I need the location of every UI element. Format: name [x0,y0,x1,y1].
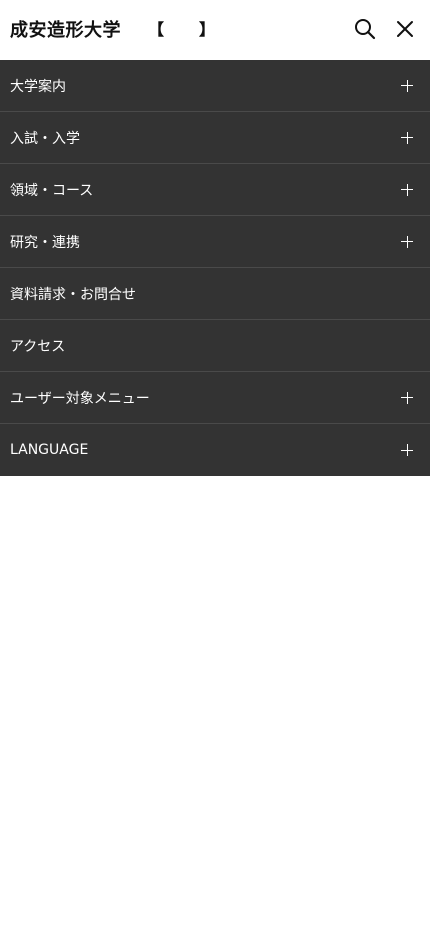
menu-item-label: 研究・連携 [10,234,80,251]
site-logo[interactable]: 成安造形大学 [10,19,121,43]
menu-item-language[interactable]: LANGUAGE [0,424,430,476]
menu-item-research[interactable]: 研究・連携 [0,216,430,268]
menu-item-label: 大学案内 [10,78,66,95]
plus-icon[interactable] [401,235,413,248]
menu-item-label: ユーザー対象メニュー [10,390,150,407]
menu-item-access[interactable]: アクセス [0,320,430,372]
menu-item-label: アクセス [10,338,66,355]
menu-item-contact[interactable]: 資料請求・お問合せ [0,268,430,320]
close-icon [397,21,413,37]
site-header: 成安造形大学 【 】 [0,0,430,60]
menu-item-courses[interactable]: 領域・コース [0,164,430,216]
logo-bracket-close: 】 [199,20,216,39]
close-menu-button[interactable] [390,14,420,44]
menu-item-label: LANGUAGE [10,442,89,458]
menu-item-user-menu[interactable]: ユーザー対象メニュー [0,372,430,424]
menu-item-label: 資料請求・お問合せ [10,286,136,303]
menu-item-label: 入試・入学 [10,130,80,147]
plus-icon[interactable] [401,391,413,404]
search-icon [355,19,376,40]
search-button[interactable] [350,14,380,44]
plus-icon[interactable] [401,444,413,456]
plus-icon[interactable] [401,183,413,196]
logo-bracket-open: 【 [148,20,165,39]
global-menu: 大学案内 入試・入学 領域・コース 研究・連携 資料請求・お問合せ アクセス ユ… [0,60,430,476]
menu-item-admissions[interactable]: 入試・入学 [0,112,430,164]
plus-icon[interactable] [401,79,413,92]
plus-icon[interactable] [401,131,413,144]
menu-item-about[interactable]: 大学案内 [0,60,430,112]
menu-item-label: 領域・コース [10,182,94,199]
